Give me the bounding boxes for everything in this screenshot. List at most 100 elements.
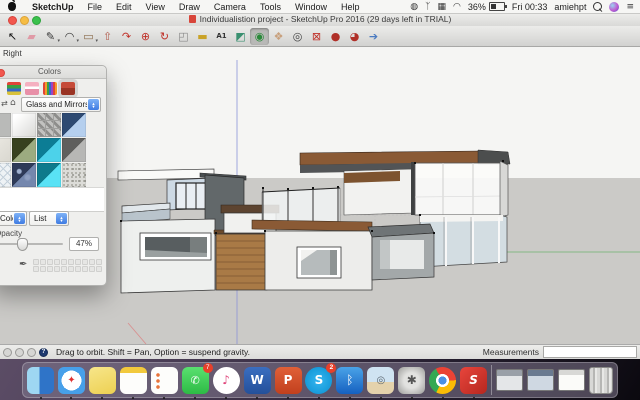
color-well[interactable] xyxy=(96,259,102,265)
menu-draw[interactable]: Draw xyxy=(172,2,207,12)
screen-recording-icon[interactable]: ◍ xyxy=(410,2,418,12)
dock-window-min-2[interactable] xyxy=(526,369,554,391)
material-swatch-lattice[interactable] xyxy=(0,163,11,187)
swatch-list-area[interactable] xyxy=(0,187,104,212)
dock-word[interactable]: W xyxy=(243,366,271,399)
menu-sketchup[interactable]: SketchUp xyxy=(25,2,81,12)
color-well[interactable] xyxy=(68,259,74,265)
opacity-slider-thumb[interactable] xyxy=(17,238,28,251)
color-well[interactable] xyxy=(54,259,60,265)
dock-photos[interactable]: ◎ xyxy=(367,366,395,399)
material-swatch-speckle[interactable] xyxy=(62,163,86,187)
menu-file[interactable]: File xyxy=(81,2,110,12)
rectangle-tool[interactable]: ▭ ▾ xyxy=(79,28,98,45)
eraser-tool[interactable]: ▰ xyxy=(22,28,41,45)
dock-safari[interactable]: ✦ xyxy=(57,366,85,399)
material-swatch-diag-gray[interactable] xyxy=(62,138,86,162)
dock-facetime[interactable]: ✆ 7 xyxy=(181,362,213,399)
geolocation-icon[interactable] xyxy=(3,347,12,357)
material-swatch-diag-olive[interactable] xyxy=(12,138,36,162)
dock-sketchup[interactable]: S xyxy=(460,366,488,399)
siri-icon[interactable] xyxy=(609,1,620,12)
dock-bluetooth[interactable]: ᛒ xyxy=(336,366,364,399)
select-tool[interactable]: ↖ xyxy=(3,28,22,45)
model-info-icon[interactable] xyxy=(27,347,36,357)
line-tool[interactable]: ✎ ▾ xyxy=(41,28,60,45)
color-well[interactable] xyxy=(40,266,46,272)
colors-panel[interactable]: Colors ⇄ ⌂ Glass and Mirrors ▲▼ Color ▲▼… xyxy=(0,65,107,286)
airport-icon[interactable]: ᛉ xyxy=(425,2,430,12)
color-well[interactable] xyxy=(82,266,88,272)
measurements-input[interactable] xyxy=(543,346,637,358)
dock-trash[interactable] xyxy=(588,366,613,394)
menu-edit[interactable]: Edit xyxy=(109,2,139,12)
home-icon[interactable]: ⌂ xyxy=(10,98,16,108)
color-well[interactable] xyxy=(68,266,74,272)
color-well[interactable] xyxy=(40,259,46,265)
material-swatch-tex-navy[interactable] xyxy=(12,163,36,187)
spotlight-icon[interactable] xyxy=(593,2,603,11)
dock-chrome[interactable] xyxy=(429,366,457,399)
nav-arrows-icon[interactable]: ⇄ xyxy=(1,99,8,108)
color-well[interactable] xyxy=(47,266,53,272)
color-well[interactable] xyxy=(89,266,95,272)
material-swatch-white-grad[interactable] xyxy=(12,113,36,137)
color-well[interactable] xyxy=(61,266,67,272)
text-tool[interactable]: A1 xyxy=(212,28,231,45)
apple-menu-icon[interactable] xyxy=(8,0,16,11)
menu-window[interactable]: Window xyxy=(288,2,334,12)
eyedropper-icon[interactable]: ✒ xyxy=(19,259,27,270)
texture-palettes-tab[interactable] xyxy=(61,82,75,95)
move-tool[interactable]: ⊕ xyxy=(136,28,155,45)
colors-panel-title-bar[interactable]: Colors xyxy=(0,66,106,79)
dock-window-min-1[interactable] xyxy=(496,369,523,391)
dock-notes[interactable] xyxy=(119,366,147,399)
window-title-bar[interactable]: Individualistion project - SketchUp Pro … xyxy=(0,13,640,27)
dock-finder[interactable] xyxy=(27,366,54,399)
walk-tool[interactable]: ➔ xyxy=(364,28,383,45)
material-swatch-diag-teal[interactable] xyxy=(37,138,61,162)
display-icon[interactable]: ▦ xyxy=(438,2,447,12)
arc-tool[interactable]: ◠ ▾ xyxy=(60,28,79,45)
wifi-icon[interactable]: ◠ xyxy=(453,2,461,12)
menu-camera[interactable]: Camera xyxy=(207,2,253,12)
claim-credit-icon[interactable] xyxy=(15,347,24,357)
scale-tool[interactable]: ◰ xyxy=(174,28,193,45)
color-well[interactable] xyxy=(47,259,53,265)
help-icon[interactable]: ? xyxy=(39,347,48,357)
menu-help[interactable]: Help xyxy=(334,2,367,12)
position-camera-tool[interactable]: ● xyxy=(326,28,345,45)
color-well[interactable] xyxy=(61,259,67,265)
collection-dropdown[interactable]: Glass and Mirrors ▲ ▼ xyxy=(21,97,101,112)
menu-user[interactable]: amiehpt xyxy=(554,2,586,12)
dock-itunes[interactable]: ♪ xyxy=(212,366,240,399)
color-pencils-tab[interactable] xyxy=(43,82,57,95)
opacity-slider-track[interactable] xyxy=(0,243,63,245)
color-sliders-tab[interactable] xyxy=(25,82,39,95)
material-swatch-tile-tex[interactable] xyxy=(37,113,61,137)
color-well[interactable] xyxy=(82,259,88,265)
color-well[interactable] xyxy=(75,259,81,265)
dock-window-min-3[interactable] xyxy=(557,369,585,391)
tape-measure-tool[interactable]: ▬ xyxy=(193,28,212,45)
palette-dropdown[interactable]: Color ▲▼ xyxy=(0,211,27,226)
push-pull-tool[interactable]: ⇧ xyxy=(98,28,117,45)
color-well[interactable] xyxy=(33,259,39,265)
paint-bucket-tool[interactable]: ◩ xyxy=(231,28,250,45)
material-swatch-diag-cyan[interactable] xyxy=(37,163,61,187)
rotate-tool[interactable]: ↻ xyxy=(155,28,174,45)
color-well[interactable] xyxy=(75,266,81,272)
color-well[interactable] xyxy=(33,266,39,272)
color-well[interactable] xyxy=(89,259,95,265)
dock-system-preferences[interactable]: ✱ xyxy=(398,366,426,399)
zoom-extents-tool[interactable]: ⊠ xyxy=(307,28,326,45)
notification-center-icon[interactable]: ≡ xyxy=(626,2,634,12)
menu-view[interactable]: View xyxy=(139,2,172,12)
look-around-tool[interactable]: ◕ xyxy=(345,28,364,45)
view-mode-dropdown[interactable]: List ▲ ▼ xyxy=(29,211,69,226)
menu-tools[interactable]: Tools xyxy=(253,2,288,12)
material-swatch-tex-light[interactable] xyxy=(0,138,11,162)
color-well[interactable] xyxy=(54,266,60,272)
dock-stickies[interactable] xyxy=(88,366,116,399)
pan-tool[interactable]: ❖ xyxy=(269,28,288,45)
